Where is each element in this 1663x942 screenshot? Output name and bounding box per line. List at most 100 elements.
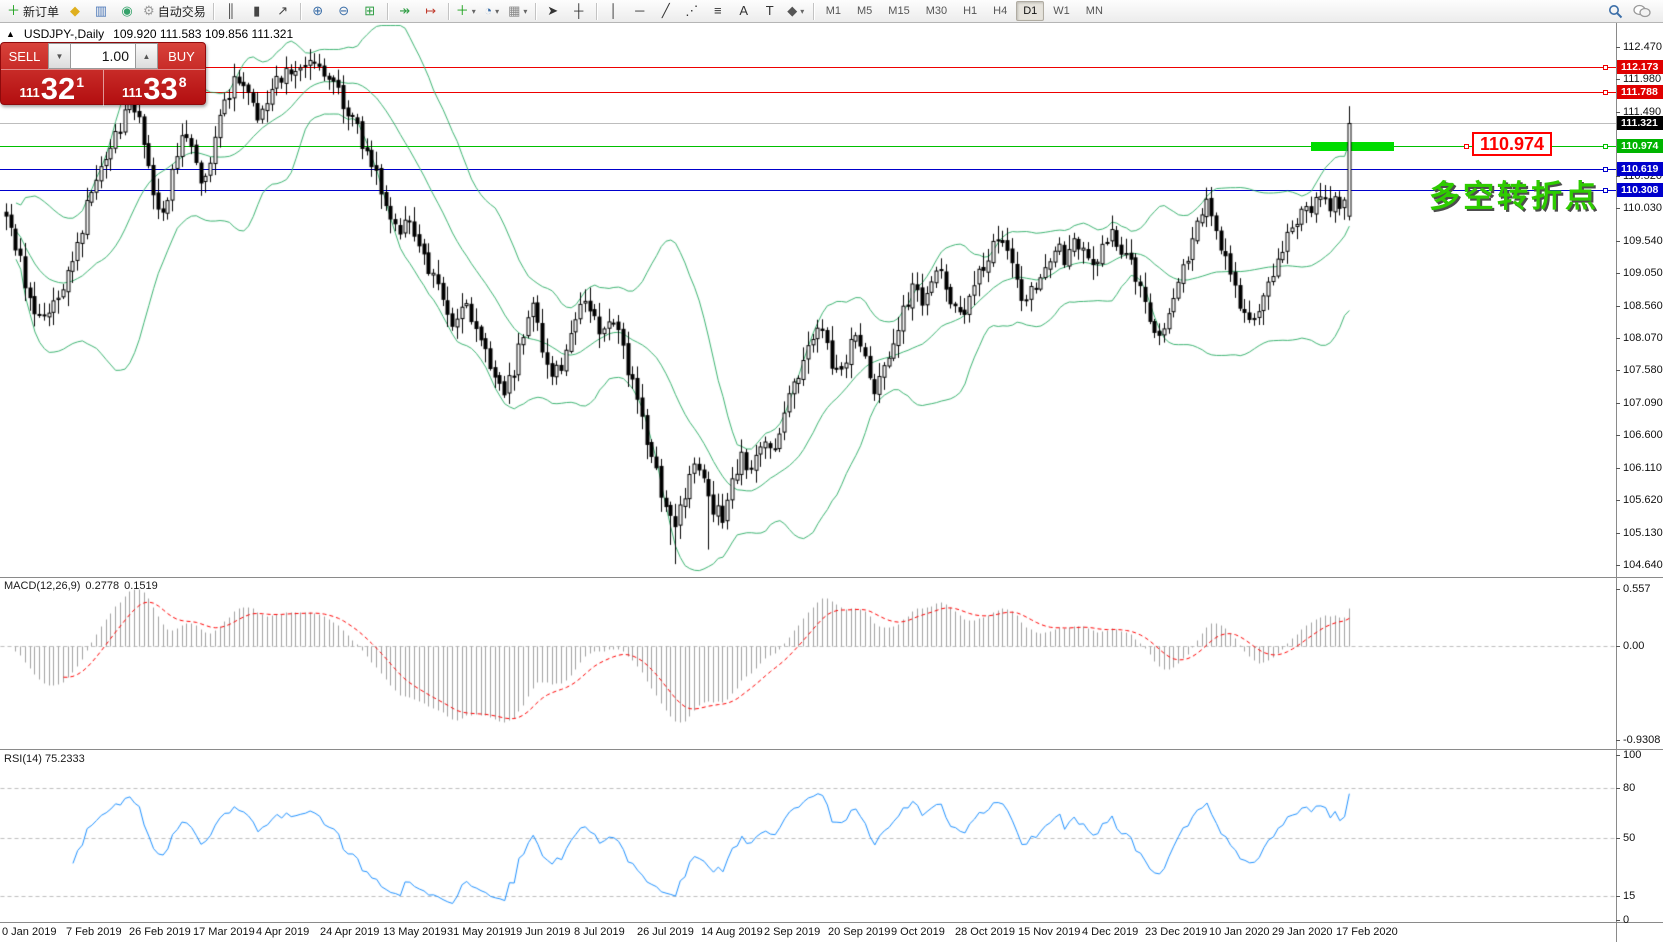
auto-scroll-button[interactable]: ↠ [392, 1, 418, 21]
auto-trading-button[interactable]: ⚙自动交易 [140, 1, 209, 21]
price-badge: 111.788 [1617, 85, 1663, 99]
date-label: 17 Feb 2020 [1336, 926, 1398, 938]
line-endpoint-marker [1603, 167, 1608, 172]
new-order-button-label: 新订单 [23, 3, 59, 20]
price-tick-label: 105.130 [1623, 527, 1663, 539]
line-chart-icon: ↗ [277, 1, 288, 21]
text-icon: A [739, 1, 748, 21]
price-tick-mark [1616, 533, 1620, 534]
price-chart-canvas[interactable] [0, 0, 1663, 942]
equidistant-channel-button[interactable]: ⋰ [679, 1, 705, 21]
signals-button[interactable]: ◉ [114, 1, 140, 21]
indicators-button[interactable]: ＋▾ [453, 1, 479, 21]
cursor-button[interactable]: ➤ [540, 1, 566, 21]
toolbar-separator [213, 3, 214, 20]
volume-input[interactable] [71, 43, 135, 69]
mt4-terminal: ＋新订单◆▥◉⚙自动交易║▮↗⊕⊖⊞↠↦＋▾◔▾▦▾➤┼│─╱⋰≡AT◆▾ M1… [0, 0, 1663, 942]
price-badge: 112.173 [1617, 60, 1663, 74]
macd-tick-mark [1616, 589, 1620, 590]
crosshair-button[interactable]: ┼ [566, 1, 592, 21]
price-tick-mark [1616, 273, 1620, 274]
volume-increase-button[interactable]: ▲ [135, 43, 158, 69]
price-tick-mark [1616, 565, 1620, 566]
timeframe-button-m1[interactable]: M1 [819, 1, 848, 21]
timeframe-group: M1M5M15M30H1H4D1W1MN [818, 1, 1111, 21]
fibonacci-button[interactable]: ≡ [705, 1, 731, 21]
zoom-in-button[interactable]: ⊕ [305, 1, 331, 21]
macd-pane-separator[interactable] [0, 577, 1663, 578]
price-tick-label: 108.070 [1623, 332, 1663, 344]
trendline-button[interactable]: ╱ [653, 1, 679, 21]
candlestick-chart-button[interactable]: ▮ [244, 1, 270, 21]
community-chat-icon[interactable] [1633, 4, 1651, 19]
new-order-icon: ＋ [7, 1, 20, 21]
price-tick-label: 110.030 [1623, 202, 1662, 214]
buy-button[interactable]: BUY [158, 43, 205, 69]
shapes-button[interactable]: ◆▾ [783, 1, 809, 21]
vertical-line-button[interactable]: │ [601, 1, 627, 21]
sell-price-display[interactable]: 111 32 1 [1, 70, 104, 106]
date-label: 0 Jan 2019 [2, 926, 56, 938]
date-label: 26 Feb 2019 [129, 926, 191, 938]
chart-shift-button[interactable]: ↦ [418, 1, 444, 21]
date-label: 9 Oct 2019 [891, 926, 945, 938]
volume-decrease-button[interactable]: ▼ [48, 43, 71, 69]
timeframe-button-d1[interactable]: D1 [1016, 1, 1044, 21]
price-tick-mark [1616, 468, 1620, 469]
price-tick-label: 109.050 [1623, 267, 1663, 279]
text-label-button[interactable]: T [757, 1, 783, 21]
date-label: 29 Jan 2020 [1272, 926, 1333, 938]
collapse-trade-panel-icon[interactable]: ▲ [6, 29, 15, 39]
timeframe-button-h1[interactable]: H1 [956, 1, 984, 21]
buy-price-display[interactable]: 111 33 8 [104, 70, 206, 106]
timeframe-button-m30[interactable]: M30 [919, 1, 954, 21]
rsi-pane-separator[interactable] [0, 749, 1663, 750]
label-anchor-marker [1464, 144, 1469, 149]
macd-tick-label: 0.557 [1623, 583, 1651, 595]
macd-tick-mark [1616, 646, 1620, 647]
one-click-trading-panel: SELL ▼ ▲ BUY 111 32 1 111 33 8 [0, 42, 206, 105]
zoom-out-button[interactable]: ⊖ [331, 1, 357, 21]
quotes-button[interactable]: ◆ [62, 1, 88, 21]
search-icon[interactable] [1608, 4, 1623, 19]
bar-chart-icon: ║ [226, 1, 235, 21]
price-axis-line [1616, 23, 1617, 942]
rsi-tick-label: 0 [1623, 914, 1629, 926]
date-label: 23 Dec 2019 [1145, 926, 1207, 938]
horizontal-line-button[interactable]: ─ [627, 1, 653, 21]
market-depth-button[interactable]: ▥ [88, 1, 114, 21]
chevron-down-icon: ▾ [800, 7, 804, 16]
tile-windows-icon: ⊞ [364, 1, 375, 21]
date-label: 8 Jul 2019 [574, 926, 625, 938]
line-chart-button[interactable]: ↗ [270, 1, 296, 21]
signals-icon: ◉ [121, 1, 132, 21]
zoom-out-icon: ⊖ [338, 1, 349, 21]
bar-chart-button[interactable]: ║ [218, 1, 244, 21]
date-label: 19 Jun 2019 [510, 926, 571, 938]
periods-button[interactable]: ◔▾ [479, 1, 505, 21]
rsi-tick-mark [1616, 838, 1620, 839]
chevron-down-icon: ▾ [523, 7, 527, 16]
tile-windows-button[interactable]: ⊞ [357, 1, 383, 21]
rsi-tick-label: 80 [1623, 782, 1635, 794]
text-button[interactable]: A [731, 1, 757, 21]
new-order-button[interactable]: ＋新订单 [4, 1, 62, 21]
timeframe-button-m15[interactable]: M15 [881, 1, 916, 21]
date-label: 10 Jan 2020 [1209, 926, 1270, 938]
price-tick-label: 112.470 [1623, 41, 1662, 53]
timeframe-button-m5[interactable]: M5 [850, 1, 879, 21]
buy-price-prefix: 111 [122, 85, 142, 100]
sell-button[interactable]: SELL [1, 43, 48, 69]
horizontal-line-icon: ─ [635, 1, 644, 21]
timeframe-button-w1[interactable]: W1 [1046, 1, 1077, 21]
chevron-down-icon: ▾ [472, 7, 476, 16]
macd-tick-label: 0.00 [1623, 640, 1644, 652]
timeframe-button-mn[interactable]: MN [1079, 1, 1110, 21]
price-level-flag[interactable]: 110.974 [1472, 132, 1552, 156]
rsi-tick-mark [1616, 755, 1620, 756]
templates-button[interactable]: ▦▾ [505, 1, 531, 21]
trendline-icon: ╱ [662, 1, 670, 21]
chart-header: ▲ USDJPY-,Daily 109.920 111.583 109.856 … [6, 27, 293, 41]
price-tick-label: 106.110 [1623, 462, 1662, 474]
timeframe-button-h4[interactable]: H4 [986, 1, 1014, 21]
